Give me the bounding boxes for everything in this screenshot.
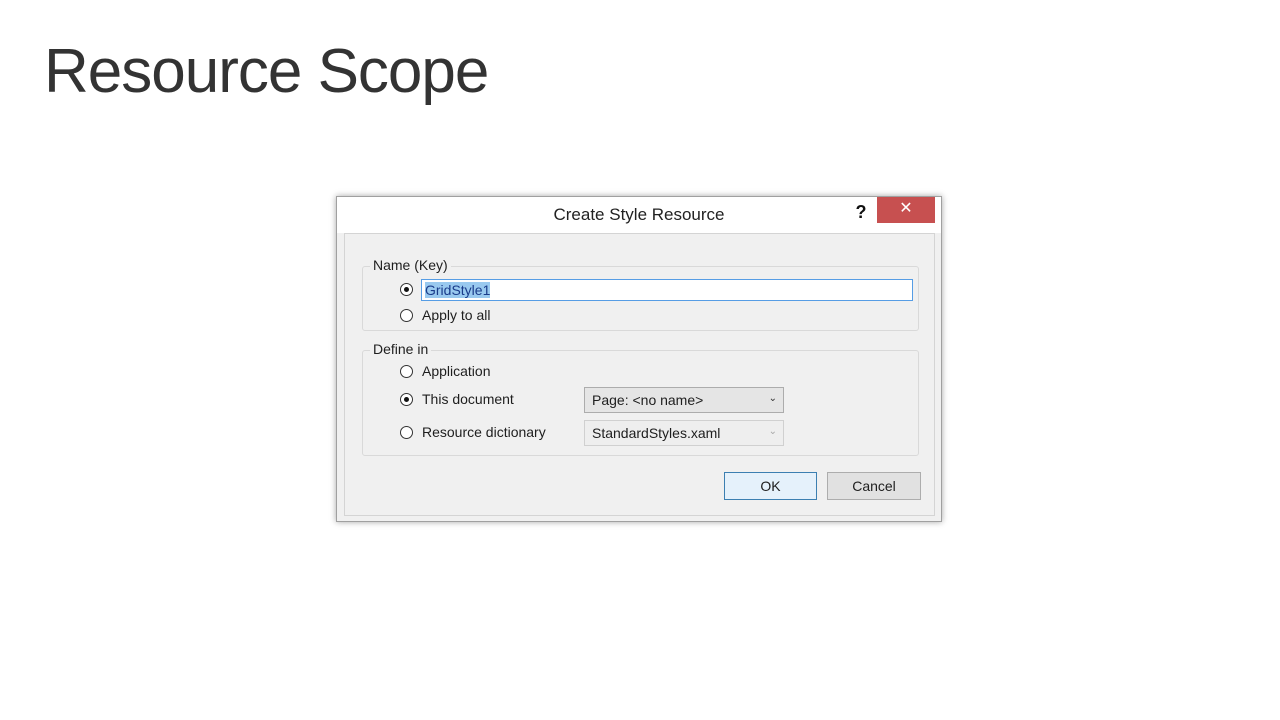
key-name-input[interactable]: GridStyle1: [421, 279, 913, 301]
ok-button[interactable]: OK: [724, 472, 817, 500]
this-document-dropdown[interactable]: Page: <no name> ⌄: [584, 387, 784, 413]
application-label[interactable]: Application: [422, 363, 491, 379]
application-radio[interactable]: [400, 365, 413, 378]
define-in-legend: Define in: [370, 341, 432, 357]
name-key-legend: Name (Key): [370, 257, 451, 273]
resource-dictionary-dropdown[interactable]: StandardStyles.xaml ⌄: [584, 420, 784, 446]
resource-dictionary-dropdown-value: StandardStyles.xaml: [592, 425, 721, 441]
chevron-down-icon: ⌄: [768, 393, 777, 404]
cancel-button[interactable]: Cancel: [827, 472, 921, 500]
key-radio[interactable]: [400, 283, 413, 296]
apply-to-all-label[interactable]: Apply to all: [422, 307, 490, 323]
dialog-titlebar: Create Style Resource ? ✕: [337, 197, 941, 233]
close-icon: ✕: [899, 200, 913, 217]
apply-to-all-radio[interactable]: [400, 309, 413, 322]
dialog-client-area: Name (Key) GridStyle1 Apply to all Defin…: [344, 233, 935, 516]
help-icon[interactable]: ?: [849, 200, 873, 224]
create-style-resource-dialog: Create Style Resource ? ✕ Name (Key) Gri…: [336, 196, 942, 522]
resource-dictionary-radio[interactable]: [400, 426, 413, 439]
resource-dictionary-label[interactable]: Resource dictionary: [422, 424, 546, 440]
this-document-radio[interactable]: [400, 393, 413, 406]
slide-title: Resource Scope: [44, 37, 489, 106]
define-in-group: Define in Application This document Page…: [362, 341, 919, 456]
close-button[interactable]: ✕: [877, 197, 935, 223]
chevron-down-icon: ⌄: [768, 426, 777, 437]
this-document-dropdown-value: Page: <no name>: [592, 392, 704, 408]
key-name-value: GridStyle1: [425, 282, 491, 298]
name-key-group: Name (Key) GridStyle1 Apply to all: [362, 257, 919, 331]
this-document-label[interactable]: This document: [422, 391, 514, 407]
